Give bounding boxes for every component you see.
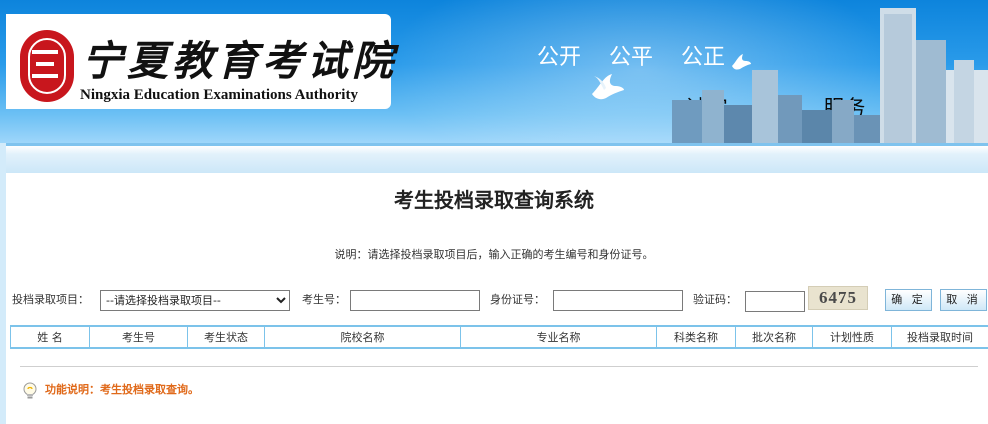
nav-band — [0, 143, 988, 173]
column-header: 投档录取时间 — [891, 325, 988, 349]
seal-stroke — [32, 50, 58, 54]
table-header-row: 姓 名 考生号 考生状态 院校名称 专业名称 科类名称 批次名称 计划性质 投档… — [10, 325, 988, 349]
result-table: 姓 名 考生号 考生状态 院校名称 专业名称 科类名称 批次名称 计划性质 投档… — [10, 325, 988, 349]
function-tip-text: 功能说明：考生投档录取查询。 — [45, 383, 199, 396]
captcha-label: 验证码： — [693, 293, 737, 306]
cancel-button[interactable]: 取 消 — [940, 289, 987, 311]
id-number-input[interactable] — [553, 290, 683, 311]
seal-logo-icon — [20, 30, 74, 102]
seal-stroke — [36, 62, 54, 66]
dove-icon — [592, 74, 624, 100]
divider — [20, 366, 978, 367]
project-label: 投档录取项目： — [12, 293, 89, 306]
column-header: 专业名称 — [460, 325, 657, 349]
seal-stroke — [32, 74, 58, 78]
column-header: 院校名称 — [264, 325, 461, 349]
city-skyline — [672, 8, 988, 143]
column-header: 考生状态 — [187, 325, 265, 349]
project-select[interactable]: --请选择投档录取项目-- — [100, 290, 290, 311]
column-header: 批次名称 — [735, 325, 813, 349]
org-name-en: Ningxia Education Examinations Authority — [80, 87, 358, 103]
page-title: 考生投档录取查询系统 — [394, 188, 594, 212]
column-header: 计划性质 — [812, 325, 892, 349]
exam-no-label: 考生号： — [302, 293, 346, 306]
header-banner: 宁夏教育考试院 Ningxia Education Examinations A… — [0, 0, 988, 143]
column-header: 考生号 — [89, 325, 188, 349]
exam-no-input[interactable] — [350, 290, 480, 311]
column-header: 科类名称 — [656, 325, 736, 349]
org-name-cn: 宁夏教育考试院 — [82, 37, 397, 85]
seal-outline — [28, 38, 66, 94]
lightbulb-icon — [23, 382, 37, 399]
instruction-notice: 说明：请选择投档录取项目后，输入正确的考生编号和身份证号。 — [334, 248, 654, 261]
id-number-label: 身份证号： — [490, 293, 545, 306]
captcha-image[interactable]: 6475 — [808, 286, 868, 310]
column-header: 姓 名 — [10, 325, 90, 349]
query-form: 投档录取项目： --请选择投档录取项目-- 考生号： 身份证号： 验证码： 64… — [0, 286, 988, 314]
captcha-input[interactable] — [745, 291, 805, 312]
confirm-button[interactable]: 确 定 — [885, 289, 932, 311]
